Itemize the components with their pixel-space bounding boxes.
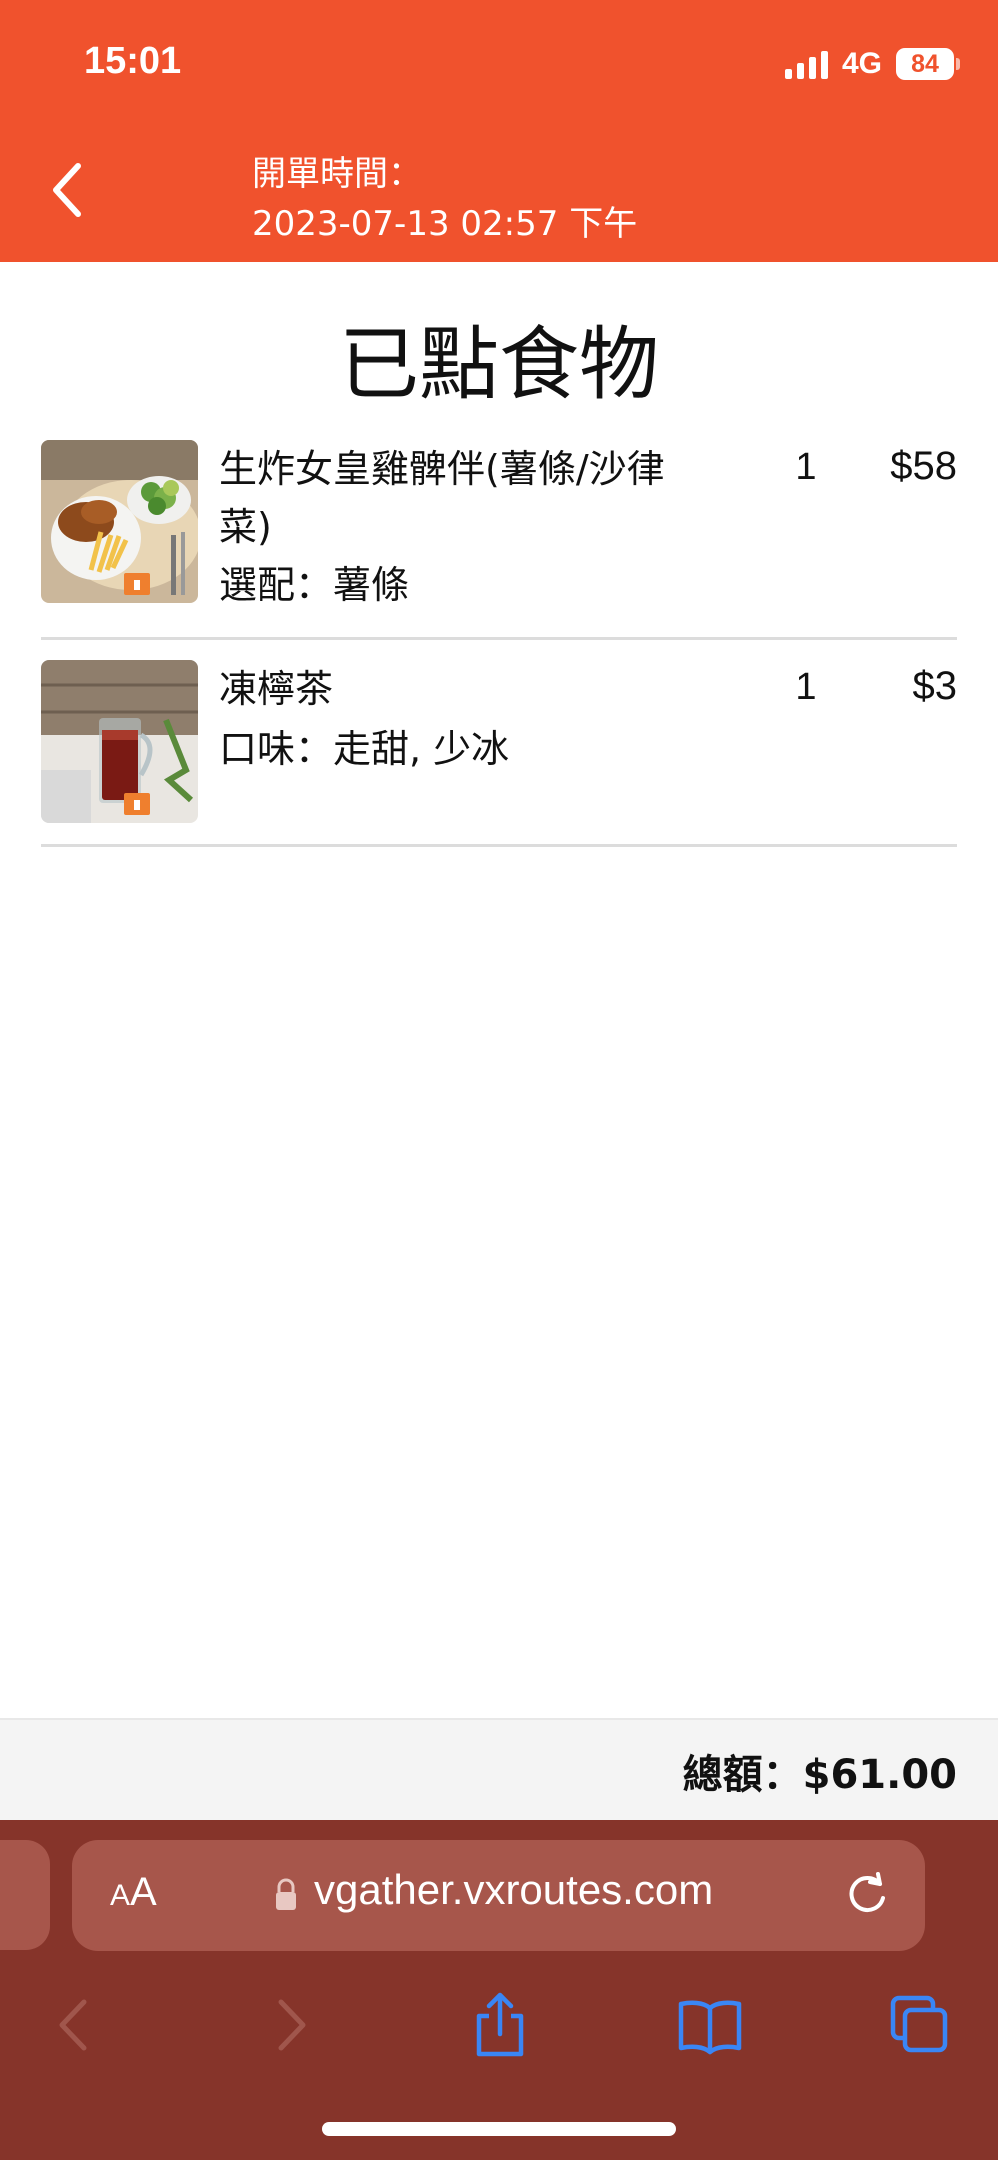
share-icon[interactable] xyxy=(465,1990,535,2060)
aa-big: A xyxy=(130,1870,157,1914)
forward-arrow-icon[interactable] xyxy=(255,1990,325,2060)
home-indicator xyxy=(322,2122,676,2136)
item-divider xyxy=(41,844,957,847)
reader-options-button[interactable]: AA xyxy=(110,1870,157,1915)
item-divider xyxy=(41,637,957,640)
item-price: $3 xyxy=(912,664,958,708)
bookmarks-icon[interactable] xyxy=(675,1990,745,2060)
fried-chicken-photo xyxy=(41,440,198,603)
food-thumbnail xyxy=(41,660,198,823)
item-name: 凍檸茶 xyxy=(219,667,334,711)
tabs-icon[interactable] xyxy=(885,1990,955,2060)
item-option: 選配：薯條 xyxy=(219,563,410,607)
aa-small: A xyxy=(110,1879,131,1912)
item-price: $58 xyxy=(890,444,957,488)
item-option: 口味：走甜, 少冰 xyxy=(219,727,510,771)
order-item: 生炸女皇雞髀伴(薯條/沙律菜) 1 $58 選配：薯條 xyxy=(41,440,957,610)
order-time-value: 2023-07-13 02:57 下午 xyxy=(252,204,638,244)
battery-level: 84 xyxy=(911,49,939,78)
network-type: 4G xyxy=(841,47,882,80)
order-time-label: 開單時間： xyxy=(252,154,422,194)
browser-chrome: AA vgather.vxroutes.com xyxy=(0,1820,998,2160)
back-button[interactable] xyxy=(44,158,94,222)
total-bar: 總額：$61.00 xyxy=(0,1718,998,1822)
order-total: 總額：$61.00 xyxy=(682,1752,957,1798)
previous-tab-stub[interactable] xyxy=(0,1840,50,1950)
food-thumbnail xyxy=(41,440,198,603)
url-text: vgather.vxroutes.com xyxy=(314,1866,714,1913)
iced-lemon-tea-photo xyxy=(41,660,198,823)
order-item: 凍檸茶 1 $3 口味：走甜, 少冰 xyxy=(41,660,957,830)
reload-icon[interactable] xyxy=(842,1870,892,1920)
status-indicators: 4G 84 xyxy=(784,44,960,84)
address-bar[interactable]: AA vgather.vxroutes.com xyxy=(72,1840,925,1951)
item-name: 生炸女皇雞髀伴(薯條/沙律菜) xyxy=(219,447,665,549)
page-title: 已點食物 xyxy=(339,318,659,411)
lock-icon xyxy=(276,1878,296,1910)
app-header: 15:01 4G 84 開單時間： 2023-07-13 02:57 下午 xyxy=(0,0,998,262)
battery-icon: 84 xyxy=(896,48,960,80)
chevron-left-icon xyxy=(53,163,81,217)
status-time: 15:01 xyxy=(84,40,182,82)
back-arrow-icon[interactable] xyxy=(40,1990,110,2060)
signal-icon xyxy=(784,49,828,79)
